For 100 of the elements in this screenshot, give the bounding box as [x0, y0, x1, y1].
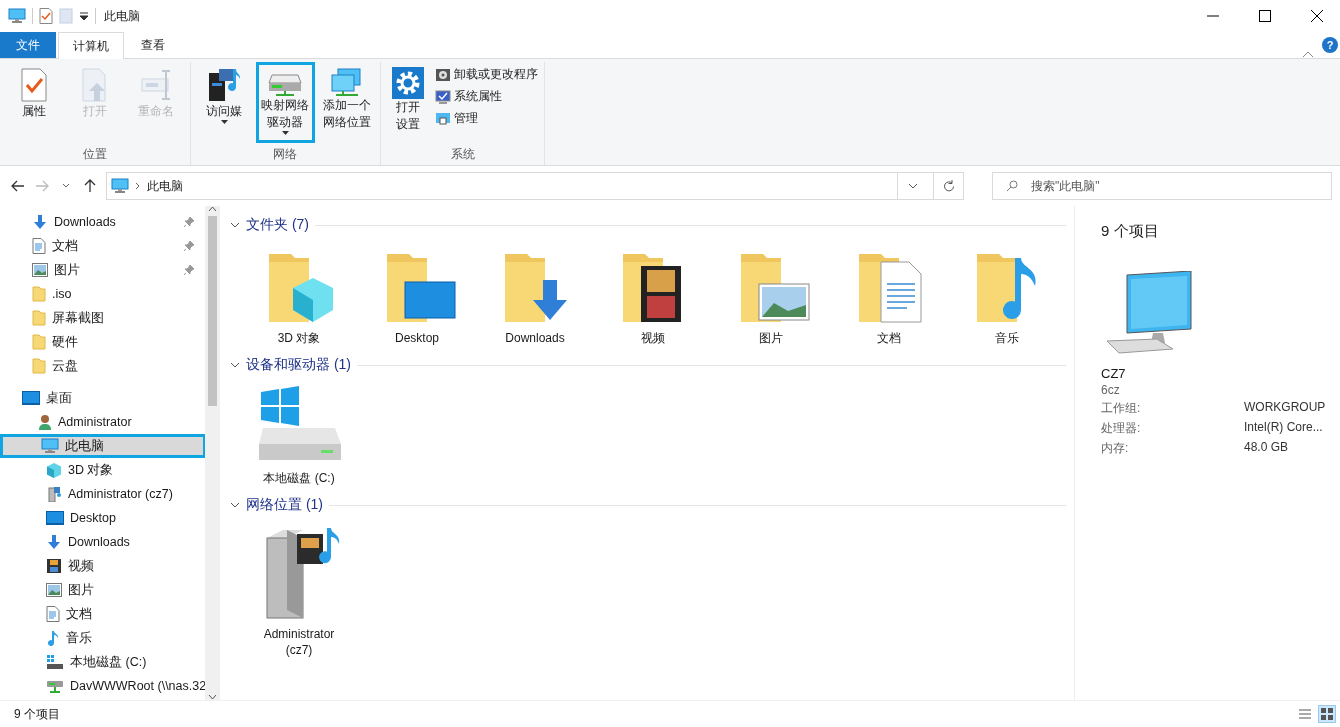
item-count: 9 个项目	[1101, 222, 1160, 241]
tiles-view-button[interactable]	[1318, 705, 1336, 723]
property-value: WORKGROUP	[1244, 400, 1327, 416]
tree-item[interactable]: 图片	[0, 258, 205, 282]
ribbon-button[interactable]: 映射网络驱动器	[255, 62, 315, 143]
media-server-icon	[46, 486, 62, 502]
computer-icon	[111, 178, 129, 194]
status-text: 9 个项目	[14, 705, 61, 723]
ribbon-tab[interactable]: 计算机	[58, 32, 124, 59]
picture-icon	[32, 263, 48, 277]
forward-arrow-icon	[35, 180, 49, 192]
chevron-right-icon	[135, 182, 141, 190]
monitor-check-icon	[435, 88, 452, 105]
settings-icon	[392, 67, 425, 99]
tree-item[interactable]: 文档	[0, 234, 205, 258]
chevron-icon	[230, 502, 240, 508]
search-field[interactable]: 搜索"此电脑"	[992, 172, 1332, 200]
ribbon-button[interactable]: 添加一个网络位置	[316, 62, 377, 143]
folder-icon	[32, 334, 46, 350]
tree-item[interactable]: Administrator	[0, 410, 205, 434]
folder-item[interactable]: 图片	[712, 240, 830, 350]
ribbon-button[interactable]: 属性	[4, 62, 64, 143]
folder-item[interactable]: Administrator (cz7)	[240, 520, 358, 662]
tree-item[interactable]: 文档	[0, 602, 205, 626]
document-icon	[46, 606, 60, 622]
chevron-down-icon	[907, 183, 918, 189]
tree-item[interactable]: Desktop	[0, 506, 205, 530]
file-tab[interactable]: 文件	[0, 32, 56, 58]
ribbon-button[interactable]: 卸载或更改程序	[433, 65, 541, 84]
chevron-icon	[230, 362, 240, 368]
folder-item[interactable]: 音乐	[948, 240, 1066, 350]
network-drive-icon	[46, 678, 64, 694]
collapse-ribbon-icon	[1302, 50, 1314, 58]
group-header[interactable]: 设备和驱动器 (1)	[230, 354, 1066, 376]
tree-item[interactable]: 桌面	[0, 386, 205, 410]
desktop-icon	[46, 511, 64, 525]
folder-item[interactable]: 本地磁盘 (C:)	[240, 380, 358, 490]
ribbon-button[interactable]: 打开设置	[385, 62, 432, 143]
tree-item[interactable]: Downloads	[0, 530, 205, 554]
chevron-icon	[230, 222, 240, 228]
folder-item[interactable]: 文档	[830, 240, 948, 350]
caret-icon	[281, 131, 289, 135]
rename-icon	[139, 67, 172, 103]
ribbon-button[interactable]: 访问媒	[194, 62, 254, 143]
pin-icon	[183, 216, 195, 228]
scrollbar-thumb[interactable]	[208, 216, 217, 406]
computer-icon	[41, 438, 59, 454]
disc-box-icon	[435, 66, 452, 83]
property-value: Intel(R) Core...	[1244, 420, 1324, 436]
folder-item[interactable]: Desktop	[358, 240, 476, 350]
window-title: 此电脑	[104, 7, 141, 25]
monitors-icon	[329, 67, 364, 97]
tree-item[interactable]: Administrator (cz7)	[0, 482, 205, 506]
music-note-icon	[46, 630, 60, 646]
new-folder-icon	[59, 8, 73, 24]
folder-icon	[32, 286, 46, 302]
properties-icon	[39, 8, 53, 24]
refresh-icon	[942, 180, 955, 192]
pin-icon	[183, 264, 195, 276]
scrollbar[interactable]	[205, 206, 220, 700]
tree-item[interactable]: 硬件	[0, 330, 205, 354]
tree-item[interactable]: 此电脑	[0, 434, 205, 458]
down-arrow-icon	[32, 214, 48, 230]
down-arrow-icon	[46, 534, 62, 550]
property-label: 工作组:	[1101, 400, 1142, 417]
tree-item[interactable]: 3D 对象	[0, 458, 205, 482]
cube-icon	[46, 462, 62, 478]
address-bar[interactable]: 此电脑	[106, 172, 964, 200]
group-header[interactable]: 网络位置 (1)	[230, 494, 1066, 516]
group-header[interactable]: 文件夹 (7)	[230, 214, 1066, 236]
folder-icon	[32, 310, 46, 326]
scroll-up-icon	[208, 206, 217, 212]
tree-item[interactable]: 视频	[0, 554, 205, 578]
tree-item[interactable]: 本地磁盘 (C:)	[0, 650, 205, 674]
tree-item[interactable]: .iso	[0, 282, 205, 306]
help-button[interactable]: ?	[1322, 37, 1338, 53]
property-value: 48.0 GB	[1244, 440, 1290, 456]
tree-item[interactable]: Downloads	[0, 210, 205, 234]
tree-item[interactable]: 音乐	[0, 626, 205, 650]
document-icon	[32, 238, 46, 254]
maximize-icon	[1259, 10, 1271, 22]
tree-item[interactable]: 云盘	[0, 354, 205, 378]
caret-icon	[220, 120, 228, 124]
property-label: 内存:	[1101, 440, 1130, 457]
close-icon	[1311, 10, 1323, 22]
folder-item[interactable]: Downloads	[476, 240, 594, 350]
folder-item[interactable]: 3D 对象	[240, 240, 358, 350]
ribbon-button[interactable]: 系统属性	[433, 87, 541, 106]
film-icon	[46, 558, 62, 574]
user-icon	[38, 414, 52, 430]
group-label: 系统	[450, 146, 475, 163]
tree-item[interactable]: DavWWWRoot (\\nas.32	[0, 674, 205, 698]
grid-icon	[1321, 708, 1333, 720]
folder-item[interactable]: 视频	[594, 240, 712, 350]
folder-icon	[32, 358, 46, 374]
tree-item[interactable]: 屏幕截图	[0, 306, 205, 330]
ribbon-button[interactable]: 管理	[433, 109, 541, 128]
media-server-icon	[207, 67, 242, 103]
desktop-icon	[22, 391, 40, 405]
tree-item[interactable]: 图片	[0, 578, 205, 602]
